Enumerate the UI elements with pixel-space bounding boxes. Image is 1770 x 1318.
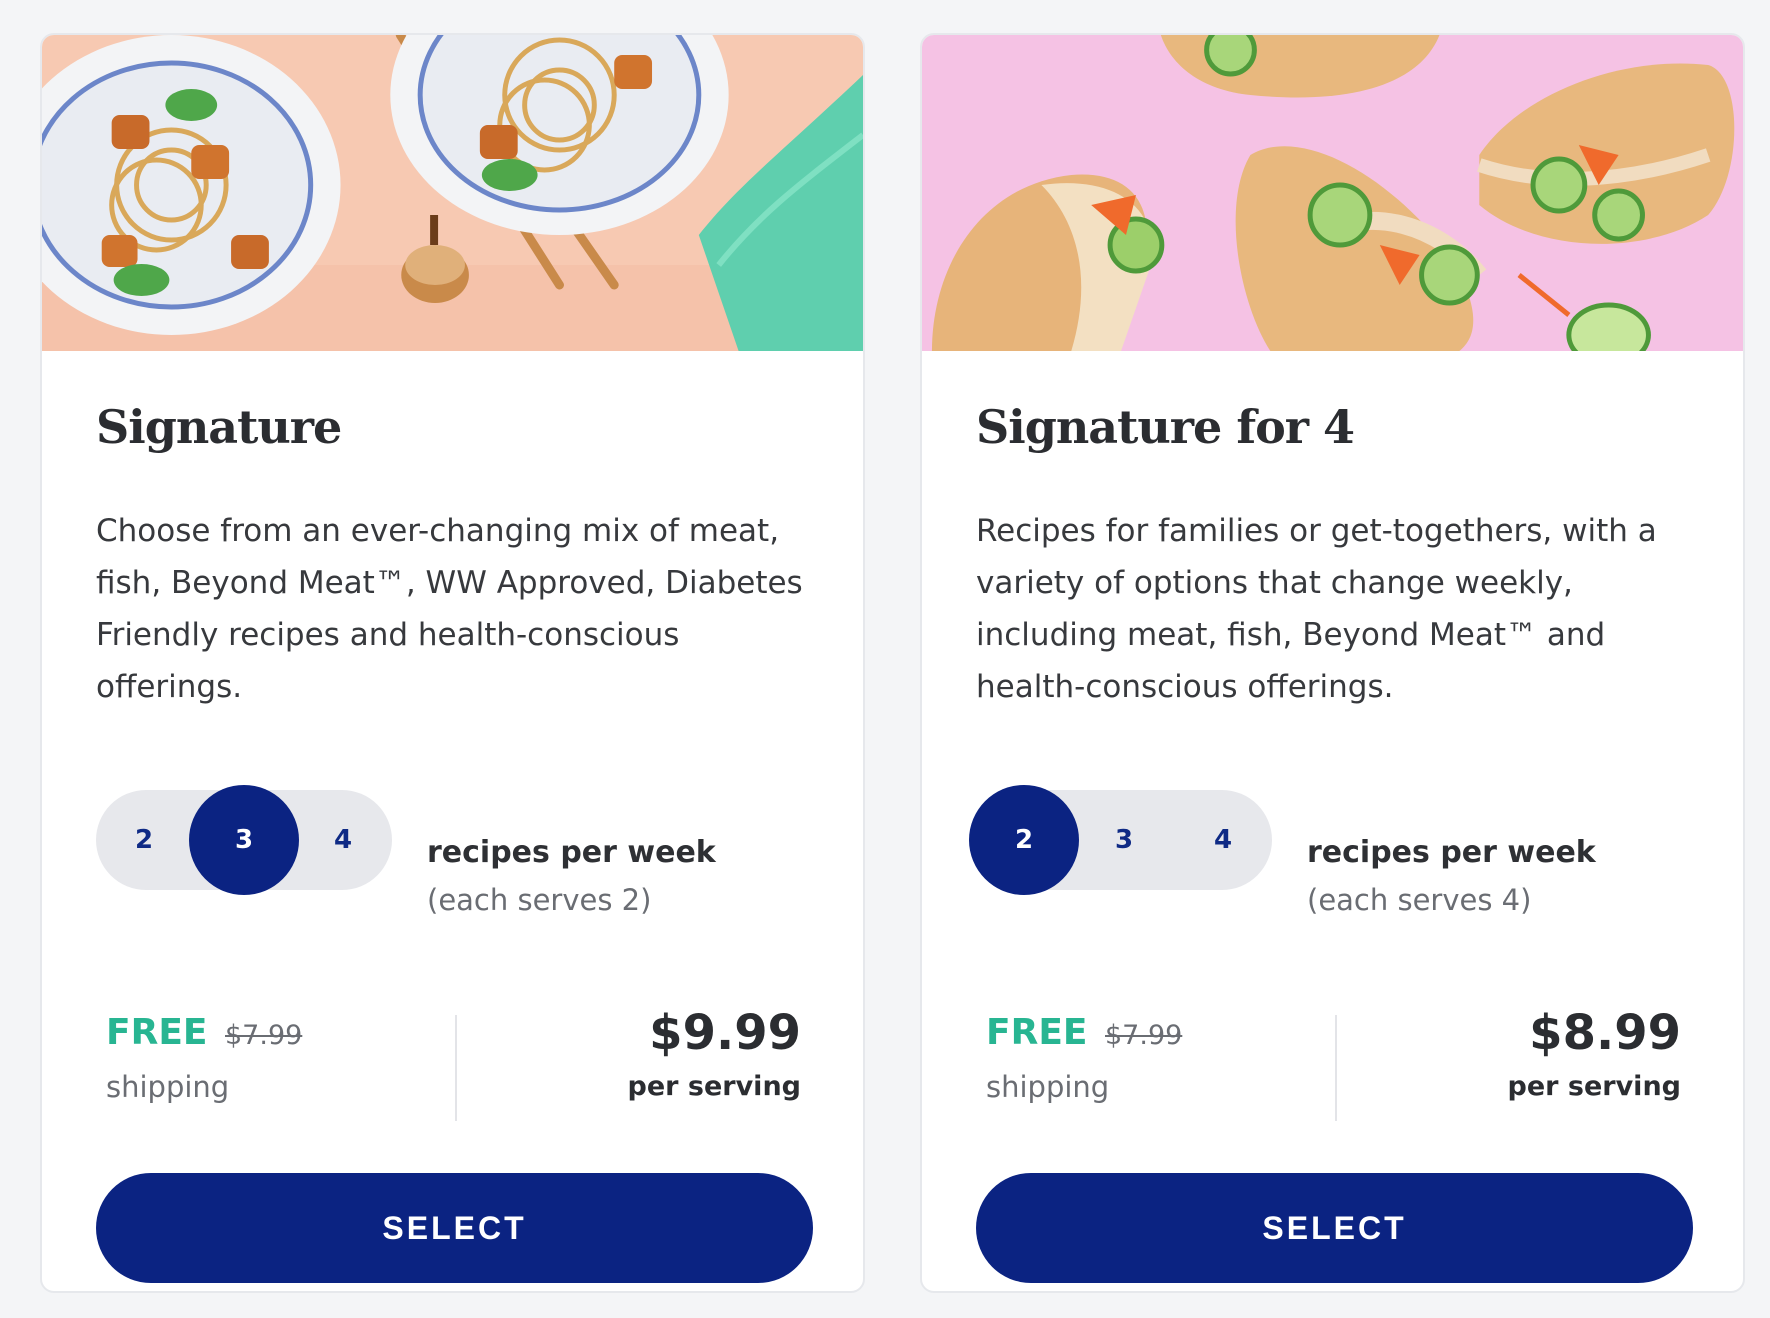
shipping-label: shipping: [106, 1070, 230, 1104]
selector-label: recipes per week: [427, 835, 716, 870]
original-shipping-price: $7.99: [1105, 1020, 1183, 1051]
plan-hero-image: [922, 35, 1743, 351]
price-divider: [455, 1015, 457, 1121]
recipes-option-2[interactable]: 2: [969, 785, 1079, 895]
plan-cards: Signature Choose from an ever-changing m…: [0, 0, 1770, 1318]
select-button[interactable]: SELECT: [976, 1173, 1693, 1283]
plan-card-signature-for-4: Signature for 4 Recipes for families or …: [920, 33, 1745, 1293]
plan-title: Signature: [96, 400, 342, 454]
plan-card-signature: Signature Choose from an ever-changing m…: [40, 33, 865, 1293]
price-per-serving: $8.99: [1529, 1005, 1681, 1061]
select-button[interactable]: SELECT: [96, 1173, 813, 1283]
price-divider: [1335, 1015, 1337, 1121]
recipes-per-week-selector: 2 3 4: [969, 785, 1273, 895]
price-unit: per serving: [627, 1071, 801, 1102]
price-unit: per serving: [1507, 1071, 1681, 1102]
plan-description: Recipes for families or get-togethers, w…: [976, 513, 1657, 705]
recipes-option-3[interactable]: 3: [189, 785, 299, 895]
recipes-option-4[interactable]: 4: [1173, 790, 1273, 890]
selector-sublabel: (each serves 4): [1307, 883, 1532, 917]
original-shipping-price: $7.99: [225, 1020, 303, 1051]
shipping-label: shipping: [986, 1070, 1110, 1104]
recipes-option-4[interactable]: 4: [293, 790, 393, 890]
plan-hero-image: [42, 35, 863, 351]
free-shipping-label: FREE: [106, 1012, 208, 1053]
recipes-per-week-selector: 2 3 4: [94, 785, 393, 895]
sandwiches-photo: [922, 35, 1743, 351]
price-per-serving: $9.99: [649, 1005, 801, 1061]
free-shipping-label: FREE: [986, 1012, 1088, 1053]
selector-sublabel: (each serves 2): [427, 883, 652, 917]
recipes-option-3[interactable]: 3: [1074, 790, 1174, 890]
noodle-bowls-photo: [42, 35, 863, 351]
recipes-option-2[interactable]: 2: [94, 790, 194, 890]
plan-description: Choose from an ever-changing mix of meat…: [96, 513, 803, 705]
plan-title: Signature for 4: [976, 400, 1355, 454]
selector-label: recipes per week: [1307, 835, 1596, 870]
